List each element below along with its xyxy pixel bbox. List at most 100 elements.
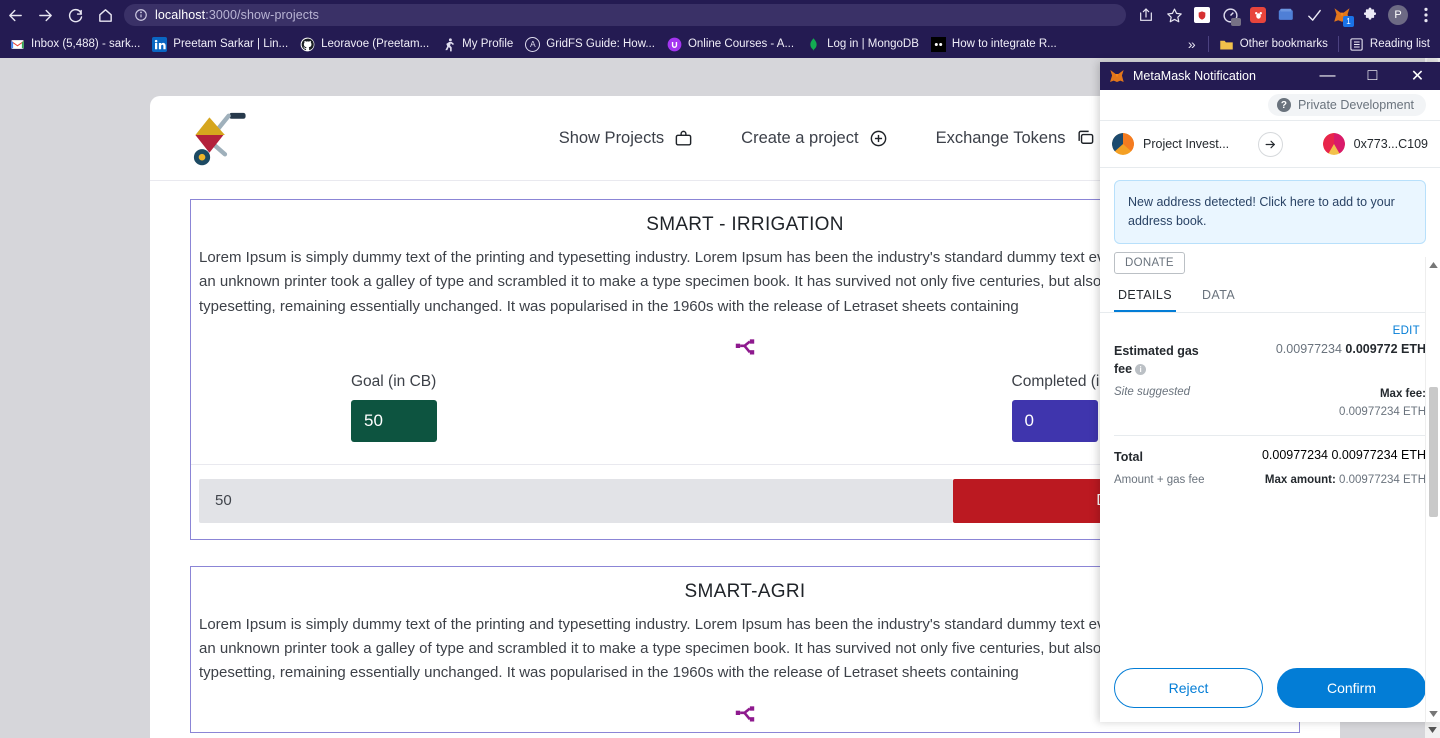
max-fee-label: Max fee: (1379, 387, 1426, 400)
profile-avatar[interactable]: P (1384, 0, 1412, 30)
chrome-menu-icon[interactable] (1412, 0, 1440, 30)
shield-extension-icon[interactable] (1188, 0, 1216, 30)
bookmark-item[interactable]: Inbox (5,488) - sark... (4, 33, 146, 55)
bookmark-item[interactable]: A GridFS Guide: How... (519, 33, 661, 55)
metamask-details-panel: EDIT Estimated gas fee i 0.00977234 0.009… (1100, 313, 1440, 655)
share-icon[interactable] (1132, 0, 1160, 30)
goal-value: 50 (351, 399, 437, 442)
from-account[interactable]: Project Invest... (1112, 133, 1249, 155)
github-icon (300, 37, 315, 51)
bookmark-item[interactable]: Log in | MongoDB (800, 33, 925, 55)
metamask-extension-icon[interactable]: 1 (1328, 0, 1356, 30)
close-button[interactable]: ✕ (1395, 62, 1440, 90)
reading-list-button[interactable]: Reading list (1343, 33, 1436, 55)
donate-amount-input[interactable] (199, 478, 953, 523)
a-icon: A (525, 36, 541, 52)
reading-list-label: Reading list (1369, 38, 1430, 50)
bookmark-label: How to integrate R... (951, 38, 1057, 50)
nav-item-show-projects[interactable]: Show Projects (559, 129, 693, 148)
bookmark-label: Log in | MongoDB (827, 38, 919, 50)
home-icon[interactable] (90, 0, 120, 30)
max-fee-value: 0.00977234 ETH (1339, 405, 1426, 418)
metric-goal: Goal (in CB) 50 (351, 373, 437, 442)
speedometer-extension-icon[interactable] (1216, 0, 1244, 30)
plus-circle-icon (870, 130, 886, 146)
tab-details[interactable]: DETAILS (1114, 280, 1176, 312)
reload-icon[interactable] (60, 0, 90, 30)
share-node-icon[interactable] (732, 335, 758, 361)
gas-fee-label-text: Estimated gas fee (1114, 343, 1199, 376)
info-icon[interactable]: i (1135, 363, 1147, 375)
to-account-avatar (1322, 133, 1345, 155)
bookmark-item[interactable]: Online Courses - A... (661, 33, 800, 55)
metamask-footer: Reject Confirm (1100, 654, 1440, 722)
browser-window: localhost:3000/show-projects 1 P Inbox (… (0, 0, 1440, 738)
metamask-accounts-row: Project Invest... 0x773...C109 (1100, 120, 1440, 168)
bookmark-item[interactable]: How to integrate R... (925, 33, 1063, 55)
site-info-icon[interactable] (134, 8, 148, 22)
profile-initial: P (1388, 5, 1408, 25)
bookmark-item[interactable]: Leoravoe (Preetam... (294, 33, 435, 55)
gas-fee-primary: 0.009772 ETH (1345, 341, 1426, 356)
gmail-icon (11, 39, 24, 49)
new-address-banner[interactable]: New address detected! Click here to add … (1114, 180, 1426, 244)
confirm-button[interactable]: Confirm (1277, 668, 1426, 708)
forward-arrow-icon[interactable] (30, 0, 60, 30)
total-secondary: 0.00977234 (1261, 448, 1328, 463)
max-fee-block: Max fee: 0.00977234 ETH (1190, 386, 1426, 422)
nav-show-projects-label: Show Projects (558, 128, 665, 147)
scroll-down-arrow-icon[interactable] (1426, 706, 1440, 722)
total-primary: 0.00977234 ETH (1331, 448, 1426, 463)
network-chip[interactable]: ? Private Development (1267, 94, 1426, 116)
edit-gas-link[interactable]: EDIT (1393, 325, 1420, 337)
question-mark-icon: ? (1276, 98, 1291, 112)
scroll-down-arrow-icon[interactable] (1425, 722, 1440, 738)
gas-fee-values: 0.00977234 0.009772 ETH (1210, 342, 1426, 378)
bookmark-label: Preetam Sarkar | Lin... (173, 38, 289, 50)
bookmark-item[interactable]: Preetam Sarkar | Lin... (146, 33, 294, 55)
other-bookmarks-button[interactable]: Other bookmarks (1213, 33, 1334, 55)
maximize-button[interactable]: □ (1350, 62, 1395, 90)
total-values: 0.00977234 0.00977234 ETH (1144, 448, 1426, 466)
scroll-up-arrow-icon[interactable] (1426, 257, 1440, 273)
bookmark-star-icon[interactable] (1160, 0, 1188, 30)
puzzle-extensions-icon[interactable] (1356, 0, 1384, 30)
dark-icon (930, 36, 946, 52)
address-banner-wrap: New address detected! Click here to add … (1100, 168, 1440, 250)
linkedin-icon (152, 36, 168, 52)
wheelbarrow-logo[interactable] (182, 107, 256, 169)
check-extension-icon[interactable] (1300, 0, 1328, 30)
nav-item-exchange-tokens[interactable]: Exchange Tokens (936, 129, 1095, 148)
address-bar[interactable]: localhost:3000/show-projects (124, 4, 1126, 26)
address-bar-url: localhost:3000/show-projects (155, 8, 320, 22)
reject-button[interactable]: Reject (1114, 668, 1263, 708)
wallet-extension-icon[interactable] (1272, 0, 1300, 30)
to-account[interactable]: 0x773...C109 (1292, 133, 1428, 155)
nav-item-create-project[interactable]: Create a project (741, 129, 887, 148)
site-suggested-label: Site suggested (1114, 385, 1191, 398)
transaction-method-tag: DONATE (1114, 251, 1185, 274)
tab-data[interactable]: DATA (1198, 280, 1239, 312)
udemy-icon (667, 37, 682, 51)
bug-extension-icon[interactable] (1244, 0, 1272, 30)
bookmarks-overflow-icon[interactable]: » (1180, 36, 1204, 52)
metamask-scrollbar[interactable] (1425, 257, 1440, 722)
bookmark-label: Inbox (5,488) - sark... (31, 38, 141, 50)
minimize-button[interactable]: — (1305, 62, 1350, 90)
max-amount-label: Max amount: (1264, 473, 1336, 486)
briefcase-icon (675, 130, 692, 146)
amount-plus-gas-label: Amount + gas fee (1114, 473, 1205, 486)
max-amount-value: 0.00977234 ETH (1339, 473, 1426, 486)
metamask-titlebar: MetaMask Notification — □ ✕ (1100, 62, 1440, 90)
browser-toolbar: localhost:3000/show-projects 1 P (0, 0, 1440, 30)
metamask-scrollbar-thumb[interactable] (1429, 387, 1438, 517)
back-arrow-icon[interactable] (0, 0, 30, 30)
share-node-icon[interactable] (732, 702, 758, 728)
toolbar-icon-group: 1 P (1132, 0, 1440, 30)
max-amount-block: Max amount: 0.00977234 ETH (1204, 474, 1426, 486)
goal-label: Goal (in CB) (351, 372, 437, 390)
bookmark-label: Online Courses - A... (687, 38, 795, 50)
runner-icon (445, 37, 455, 51)
bookmark-item[interactable]: My Profile (435, 33, 519, 55)
arrow-right-icon (1257, 131, 1283, 157)
